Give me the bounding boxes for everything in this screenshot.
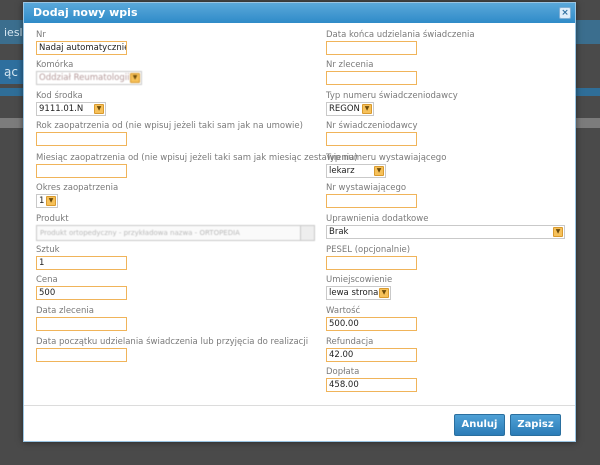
umiejscowienie-label: Umiejscowienie	[326, 275, 393, 285]
cena-input[interactable]: 500	[36, 286, 127, 300]
chevron-down-icon: ▼	[130, 73, 140, 83]
chevron-down-icon: ▼	[374, 166, 384, 176]
close-icon[interactable]: ×	[559, 7, 571, 19]
pesel-label: PESEL (opcjonalnie)	[326, 245, 411, 255]
typ-numeru-wystawiajacego-select[interactable]: lekarz ▼	[326, 164, 386, 178]
chevron-down-icon: ▼	[379, 288, 389, 298]
chevron-down-icon: ▼	[553, 227, 563, 237]
miesiac-zaopatrzenia-label: Miesiąc zaopatrzenia od (nie wpisuj jeże…	[36, 153, 358, 163]
kod-srodka-select[interactable]: 9111.01.N ▼	[36, 102, 106, 116]
rok-zaopatrzenia-field: Rok zaopatrzenia od (nie wpisuj jeżeli t…	[36, 120, 303, 146]
data-konca-input[interactable]	[326, 41, 417, 55]
data-zlecenia-input[interactable]	[36, 317, 127, 331]
umiejscowienie-field: Umiejscowienie lewa strona ▼	[326, 274, 392, 300]
typ-numeru-wystawiajacego-label: Typ numeru wystawiającego	[326, 153, 447, 163]
nr-input[interactable]: Nadaj automatycznie	[36, 41, 127, 55]
doplata-field: Dopłata 458.00	[326, 366, 417, 392]
nr-zlecenia-field: Nr zlecenia	[326, 59, 417, 85]
miesiac-zaopatrzenia-input[interactable]	[36, 164, 127, 178]
nr-swiadczeniodawcy-label: Nr świadczeniodawcy	[326, 121, 418, 131]
doplata-input[interactable]: 458.00	[326, 378, 417, 392]
dropdown-button-icon[interactable]	[300, 226, 314, 240]
komorka-field: Komórka Oddział Reumatologii ▼	[36, 59, 142, 85]
typ-numeru-wystawiajacego-value: lekarz	[329, 166, 355, 176]
okres-zaopatrzenia-value: 1	[39, 196, 45, 206]
sztuk-input[interactable]: 1	[36, 256, 127, 270]
rok-zaopatrzenia-input[interactable]	[36, 132, 127, 146]
umiejscowienie-select[interactable]: lewa strona ▼	[326, 286, 391, 300]
add-entry-dialog: Dodaj nowy wpis × Nr Nadaj automatycznie…	[23, 2, 576, 442]
uprawnienia-dodatkowe-label: Uprawnienia dodatkowe	[326, 214, 429, 224]
data-poczatku-field: Data początku udzielania świadczenia lub…	[36, 336, 308, 362]
dialog-title: Dodaj nowy wpis	[33, 6, 138, 19]
nr-label: Nr	[36, 30, 46, 40]
data-zlecenia-label: Data zlecenia	[36, 306, 94, 316]
okres-zaopatrzenia-select[interactable]: 1 ▼	[36, 194, 58, 208]
background-strip	[574, 20, 600, 44]
kod-srodka-value: 9111.01.N	[39, 104, 84, 114]
refundacja-input[interactable]: 42.00	[326, 348, 417, 362]
chevron-down-icon: ▼	[362, 104, 372, 114]
nr-wystawiajacego-input[interactable]	[326, 194, 417, 208]
produkt-label: Produkt	[36, 214, 69, 224]
cena-label: Cena	[36, 275, 58, 285]
komorka-label: Komórka	[36, 60, 74, 70]
cancel-button[interactable]: Anuluj	[454, 414, 505, 436]
pesel-input[interactable]	[326, 256, 417, 270]
doplata-label: Dopłata	[326, 367, 360, 377]
komorka-select[interactable]: Oddział Reumatologii ▼	[36, 71, 142, 85]
produkt-combobox[interactable]: Produkt ortopedyczny - przykładowa nazwa…	[36, 225, 315, 241]
typ-numeru-swiadczeniodawcy-value: REGON	[329, 104, 360, 114]
wartosc-input[interactable]: 500.00	[326, 317, 417, 331]
nr-wystawiajacego-field: Nr wystawiającego	[326, 182, 417, 208]
rok-zaopatrzenia-label: Rok zaopatrzenia od (nie wpisuj jeżeli t…	[36, 121, 303, 131]
dialog-footer-divider	[24, 405, 575, 406]
chevron-down-icon: ▼	[94, 104, 104, 114]
refundacja-field: Refundacja 42.00	[326, 336, 417, 362]
okres-zaopatrzenia-label: Okres zaopatrzenia	[36, 183, 119, 193]
miesiac-zaopatrzenia-field: Miesiąc zaopatrzenia od (nie wpisuj jeże…	[36, 152, 358, 178]
komorka-value: Oddział Reumatologii	[39, 73, 130, 83]
save-button[interactable]: Zapisz	[510, 414, 561, 436]
uprawnienia-dodatkowe-field: Uprawnienia dodatkowe Brak ▼	[326, 213, 565, 239]
nr-zlecenia-label: Nr zlecenia	[326, 60, 374, 70]
sztuk-label: Sztuk	[36, 245, 60, 255]
typ-numeru-swiadczeniodawcy-field: Typ numeru świadczeniodawcy REGON ▼	[326, 90, 458, 116]
typ-numeru-swiadczeniodawcy-label: Typ numeru świadczeniodawcy	[326, 91, 458, 101]
cena-field: Cena 500	[36, 274, 127, 300]
data-konca-field: Data końca udzielania świadczenia	[326, 29, 475, 55]
data-zlecenia-field: Data zlecenia	[36, 305, 127, 331]
data-poczatku-label: Data początku udzielania świadczenia lub…	[36, 337, 309, 347]
refundacja-label: Refundacja	[326, 337, 374, 347]
nr-field: Nr Nadaj automatycznie	[36, 29, 127, 55]
kod-srodka-label: Kod środka	[36, 91, 83, 101]
data-poczatku-input[interactable]	[36, 348, 127, 362]
chevron-down-icon: ▼	[46, 196, 56, 206]
sztuk-field: Sztuk 1	[36, 244, 127, 270]
umiejscowienie-value: lewa strona	[329, 288, 379, 298]
data-konca-label: Data końca udzielania świadczenia	[326, 30, 475, 40]
nr-swiadczeniodawcy-input[interactable]	[326, 132, 417, 146]
produkt-field: Produkt Produkt ortopedyczny - przykłado…	[36, 213, 315, 241]
uprawnienia-dodatkowe-value: Brak	[329, 227, 349, 237]
wartosc-label: Wartość	[326, 306, 361, 316]
kod-srodka-field: Kod środka 9111.01.N ▼	[36, 90, 106, 116]
pesel-field: PESEL (opcjonalnie)	[326, 244, 417, 270]
nr-swiadczeniodawcy-field: Nr świadczeniodawcy	[326, 120, 417, 146]
uprawnienia-dodatkowe-select[interactable]: Brak ▼	[326, 225, 565, 239]
produkt-value: Produkt ortopedyczny - przykładowa nazwa…	[40, 229, 240, 237]
typ-numeru-wystawiajacego-field: Typ numeru wystawiającego lekarz ▼	[326, 152, 446, 178]
typ-numeru-swiadczeniodawcy-select[interactable]: REGON ▼	[326, 102, 374, 116]
nr-wystawiajacego-label: Nr wystawiającego	[326, 183, 407, 193]
nr-zlecenia-input[interactable]	[326, 71, 417, 85]
wartosc-field: Wartość 500.00	[326, 305, 417, 331]
dialog-titlebar[interactable]: Dodaj nowy wpis ×	[24, 3, 575, 23]
okres-zaopatrzenia-field: Okres zaopatrzenia 1 ▼	[36, 182, 118, 208]
